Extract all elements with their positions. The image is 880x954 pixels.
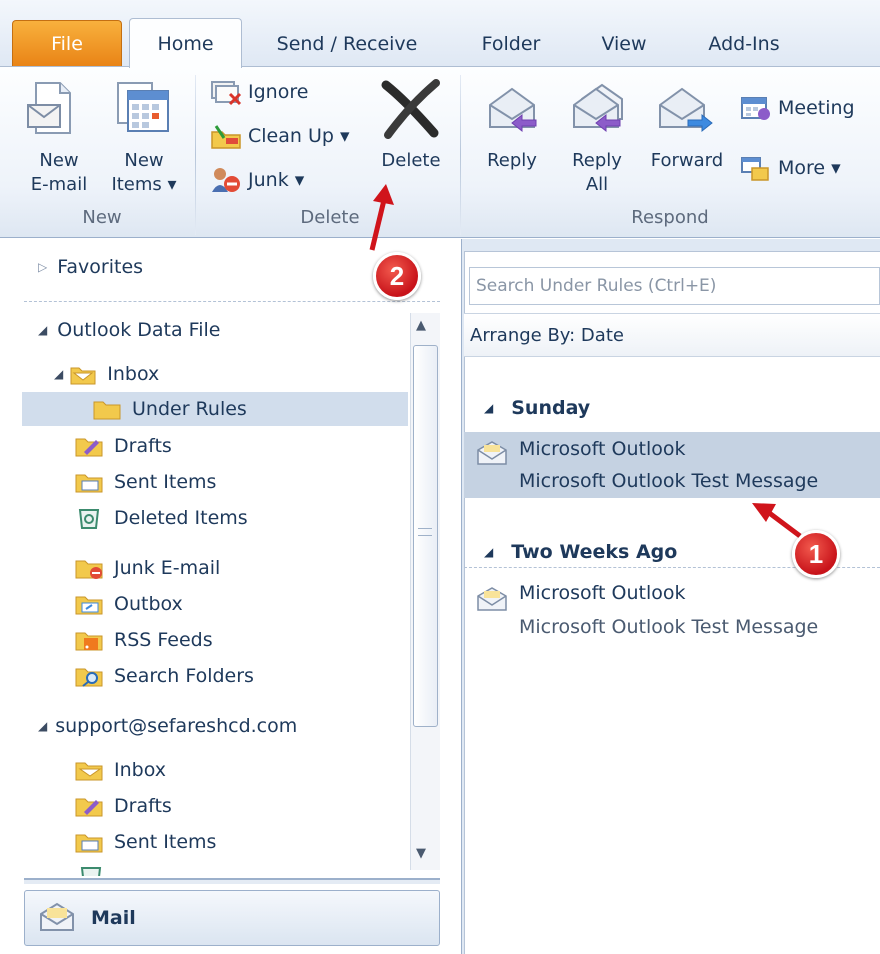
callout-arrow-2 xyxy=(369,184,394,251)
callout-badge-1: 1 xyxy=(792,530,840,578)
tab-home[interactable]: Home xyxy=(129,18,242,68)
callout-badge-2: 2 xyxy=(373,252,421,300)
callout-arrow-1 xyxy=(752,503,802,538)
annotation-arrows xyxy=(369,184,802,538)
